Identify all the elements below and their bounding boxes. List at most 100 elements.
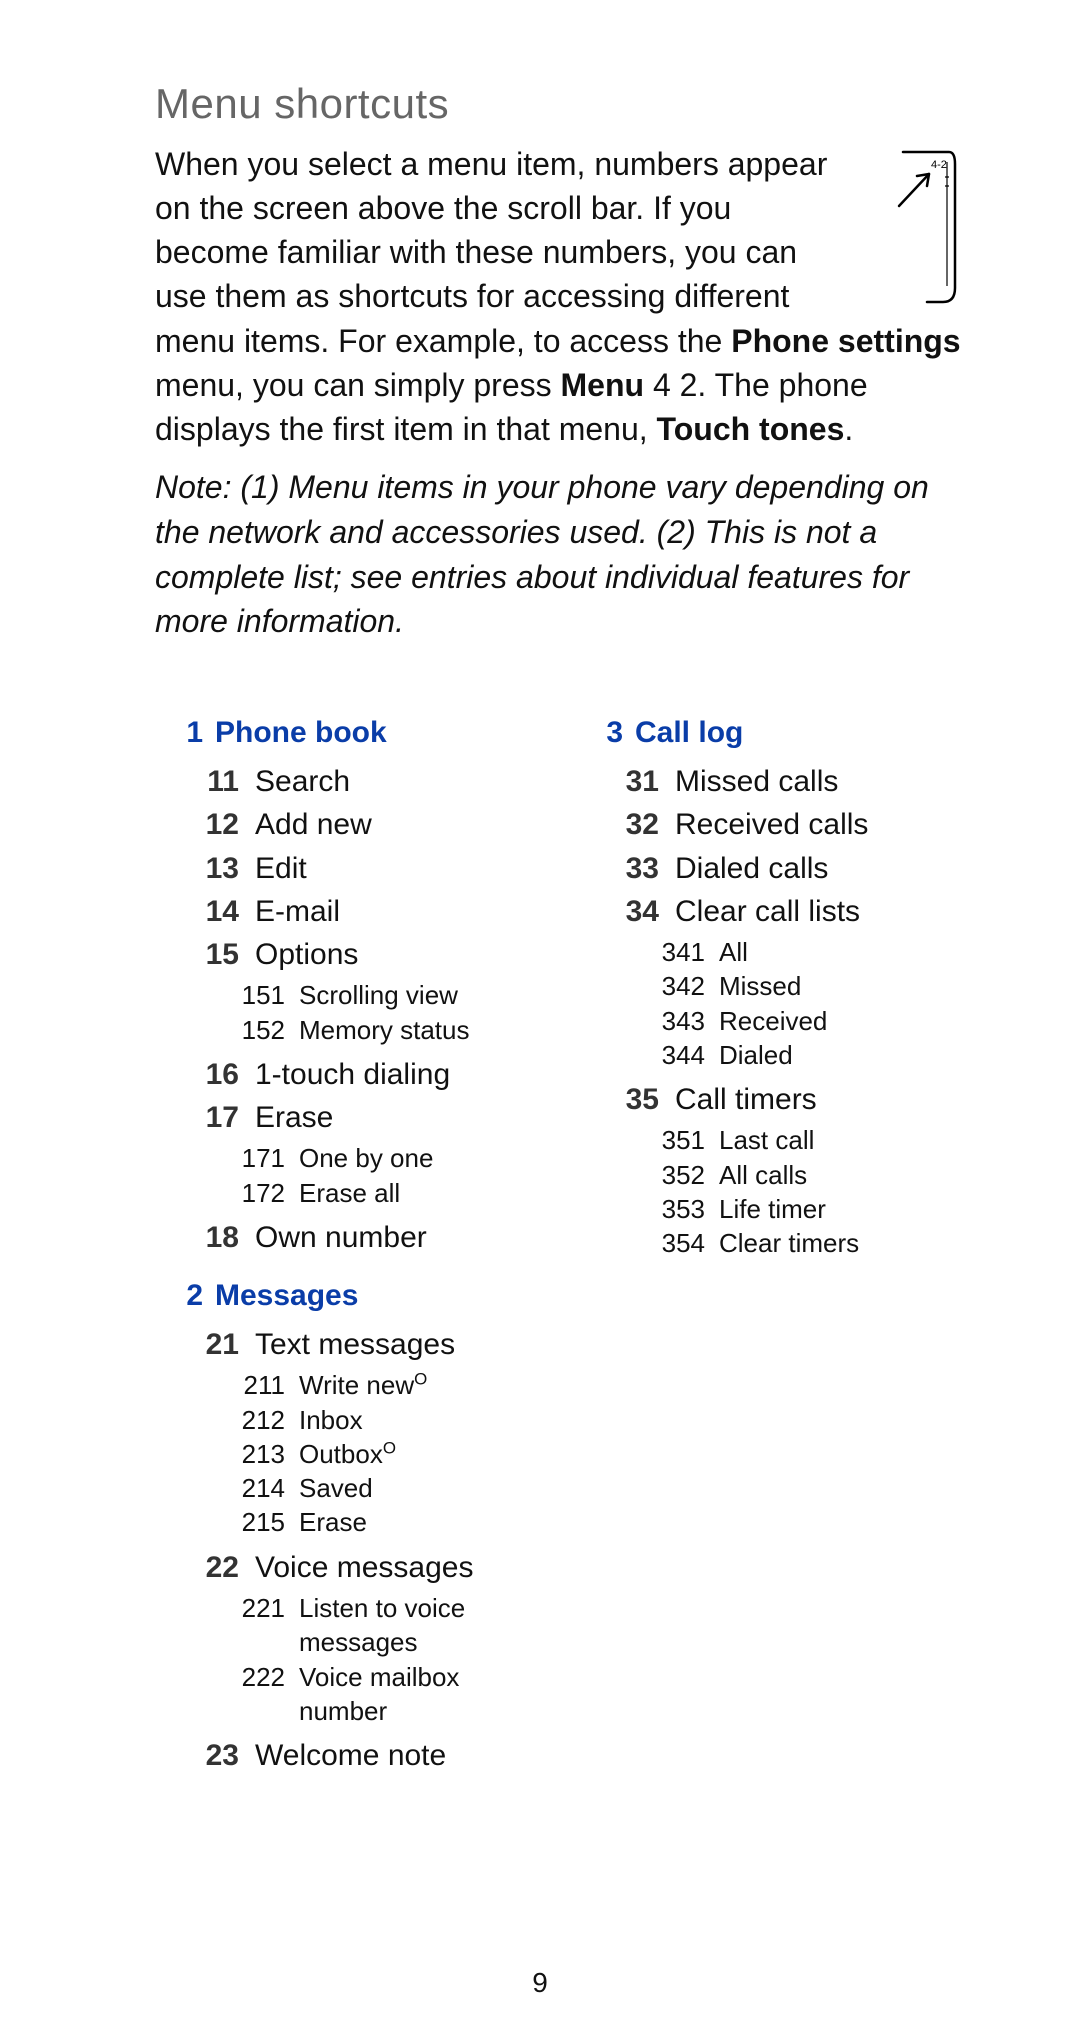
subitem-number: 221: [155, 1591, 285, 1625]
list-subitem: 344Dialed: [575, 1038, 965, 1072]
phone-shortcut-graphic: 4-2: [869, 146, 959, 306]
list-subitem: 341All: [575, 935, 965, 969]
subitems: 351Last call 352All calls 353Life timer …: [575, 1123, 965, 1260]
subitem-label: Scrolling view: [299, 978, 545, 1012]
subitem-label: Memory status: [299, 1013, 545, 1047]
subitems: 211Write newO 212Inbox 213OutboxO 214Sav…: [155, 1368, 545, 1540]
subitem-label: Saved: [299, 1471, 545, 1505]
item-number: 22: [155, 1546, 239, 1589]
list-item: 23Welcome note: [155, 1734, 545, 1777]
menu-title: 1 Phone book: [155, 716, 545, 750]
item-number: 32: [575, 803, 659, 846]
list-subitem: 171 One by one: [155, 1141, 545, 1175]
subitem-number: 215: [155, 1505, 285, 1539]
list-item: 15 Options: [155, 933, 545, 976]
list-item: 32 Received calls: [575, 803, 965, 846]
menu-title: 2 Messages: [155, 1279, 545, 1313]
subitems: 341All 342Missed 343Received 344Dialed: [575, 935, 965, 1072]
item-label: Search: [255, 760, 545, 803]
subitem-label: OutboxO: [299, 1437, 545, 1471]
item-label: E-mail: [255, 890, 545, 933]
subitem-number: 172: [155, 1176, 285, 1210]
list-subitem: 352All calls: [575, 1158, 965, 1192]
list-item: 33 Dialed calls: [575, 847, 965, 890]
item-number: 12: [155, 803, 239, 846]
item-label: Options: [255, 933, 545, 976]
subitem-label: Voice mailbox number: [299, 1660, 545, 1729]
subitem-label: Inbox: [299, 1403, 545, 1437]
list-item: 21 Text messages: [155, 1323, 545, 1366]
list-item: 35Call timers: [575, 1078, 965, 1121]
subitem-number: 152: [155, 1013, 285, 1047]
list-subitem: 213 OutboxO: [155, 1437, 545, 1471]
item-number: 15: [155, 933, 239, 976]
subitems: 151 Scrolling view 152 Memory status: [155, 978, 545, 1047]
intro-bold-3: Touch tones: [657, 411, 845, 447]
item-label: Voice messages: [255, 1546, 545, 1589]
item-label: Dialed calls: [675, 847, 965, 890]
item-number: 14: [155, 890, 239, 933]
subitem-label: One by one: [299, 1141, 545, 1175]
subitems: 171 One by one 172Erase all: [155, 1141, 545, 1210]
page-number: 9: [0, 1967, 1080, 1999]
menu-number: 1: [155, 716, 203, 750]
manual-page: Menu shortcuts 4-2 When you select a men…: [0, 0, 1080, 2039]
menu-label: Phone book: [215, 716, 387, 750]
list-item: 17Erase: [155, 1096, 545, 1139]
list-item: 11 Search: [155, 760, 545, 803]
list-item: 161-touch dialing: [155, 1053, 545, 1096]
subitem-number: 214: [155, 1471, 285, 1505]
item-label: Text messages: [255, 1323, 545, 1366]
subitem-label: All calls: [719, 1158, 965, 1192]
list-item: 12Add new: [155, 803, 545, 846]
intro-paragraph: 4-2 When you select a menu item, numbers…: [155, 142, 965, 451]
intro-text-2: menu, you can simply press: [155, 367, 561, 403]
graphic-label: 4-2: [931, 159, 947, 171]
list-subitem: 353Life timer: [575, 1192, 965, 1226]
list-subitem: 351Last call: [575, 1123, 965, 1157]
menu-call-log: 3 Call log 31Missed calls 32Received cal…: [575, 716, 965, 1260]
item-number: 21: [155, 1323, 239, 1366]
item-number: 33: [575, 847, 659, 890]
column-left: 1 Phone book 11 Search 12Add new 13 Edit 1…: [155, 716, 545, 1797]
list-subitem: 342Missed: [575, 969, 965, 1003]
list-item: 18Own number: [155, 1216, 545, 1259]
list-item: 34Clear call lists: [575, 890, 965, 933]
intro-bold-2: Menu: [561, 367, 645, 403]
note-paragraph: Note: (1) Menu items in your phone vary …: [155, 465, 965, 644]
subitem-label: Last call: [719, 1123, 965, 1157]
subitem-label: Write newO: [299, 1368, 545, 1402]
item-label: Welcome note: [255, 1734, 545, 1777]
list-subitem: 354Clear timers: [575, 1226, 965, 1260]
subitem-number: 151: [155, 978, 285, 1012]
subitem-number: 343: [575, 1004, 705, 1038]
subitem-number: 222: [155, 1660, 285, 1694]
list-item: 14 E-mail: [155, 890, 545, 933]
subitem-number: 344: [575, 1038, 705, 1072]
list-subitem: 214 Saved: [155, 1471, 545, 1505]
subitem-number: 342: [575, 969, 705, 1003]
menu-number: 2: [155, 1279, 203, 1313]
list-subitem: 343Received: [575, 1004, 965, 1038]
list-subitem: 151 Scrolling view: [155, 978, 545, 1012]
subitems: 221Listen to voice messages 222Voice mai…: [155, 1591, 545, 1728]
subitem-number: 213: [155, 1437, 285, 1471]
list-subitem: 172Erase all: [155, 1176, 545, 1210]
item-label: Erase: [255, 1096, 545, 1139]
subitem-number: 171: [155, 1141, 285, 1175]
menu-phone-book: 1 Phone book 11 Search 12Add new 13 Edit 1…: [155, 716, 545, 1259]
intro-text-1: When you select a menu item, numbers app…: [155, 146, 827, 359]
subitem-label: Life timer: [719, 1192, 965, 1226]
menu-title: 3 Call log: [575, 716, 965, 750]
item-number: 11: [155, 760, 239, 803]
item-label: Missed calls: [675, 760, 965, 803]
item-label: 1-touch dialing: [255, 1053, 545, 1096]
intro-text-4: .: [844, 411, 853, 447]
subitem-label: Erase: [299, 1505, 545, 1539]
subitem-number: 212: [155, 1403, 285, 1437]
page-title: Menu shortcuts: [155, 80, 965, 128]
item-label: Edit: [255, 847, 545, 890]
list-item: 22 Voice messages: [155, 1546, 545, 1589]
item-label: Received calls: [675, 803, 965, 846]
item-number: 13: [155, 847, 239, 890]
